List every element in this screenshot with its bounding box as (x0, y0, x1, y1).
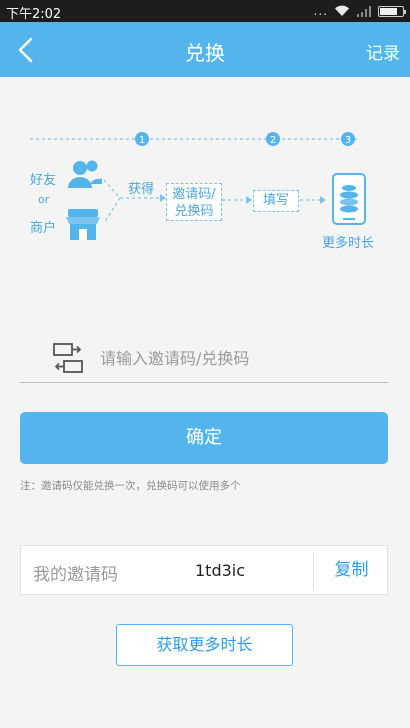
exchange-icon (53, 343, 83, 373)
fill-box: 填写 (253, 190, 299, 212)
step-number-2: 2 (270, 135, 276, 146)
record-button[interactable]: 记录 (366, 39, 400, 64)
my-invite-code-card: 我的邀请码 1td3ic 复制 (20, 545, 388, 595)
friend-label: 好友 (30, 173, 57, 188)
wifi-icon (335, 5, 349, 17)
merchant-label: 商户 (30, 221, 57, 236)
status-icons: ... (313, 4, 406, 18)
status-bar: 下午2:02 ... (0, 0, 410, 22)
status-time: 下午2:02 (6, 7, 62, 22)
or-label: or (38, 193, 50, 206)
battery-icon (378, 5, 406, 17)
redeem-flow-diagram: 1 2 3 好友 or 商户 获得 邀请码/ 兑换码 填写 更多时长 (0, 120, 410, 260)
code-box-line1: 邀请码/ (172, 187, 216, 202)
signal-icon (357, 6, 371, 17)
code-input[interactable] (100, 344, 380, 372)
step-number-1: 1 (139, 135, 145, 146)
invite-code-value: 1td3ic (195, 561, 246, 580)
notification-dots: ... (313, 4, 328, 18)
step-number-3: 3 (345, 135, 351, 146)
note-text: 注：邀请码仅能兑换一次，兑换码可以使用多个 (20, 480, 241, 492)
obtain-label: 获得 (128, 182, 155, 197)
copy-button[interactable]: 复制 (314, 546, 389, 594)
shop-icon (66, 209, 100, 240)
more-time-label: 更多时长 (322, 236, 375, 251)
code-input-row (20, 335, 388, 383)
get-more-time-button[interactable]: 获取更多时长 (116, 624, 293, 666)
confirm-button[interactable]: 确定 (20, 412, 388, 464)
code-box-line2: 兑换码 (174, 204, 214, 219)
invite-code-label: 我的邀请码 (33, 565, 118, 585)
phone-coins-icon (332, 173, 366, 225)
nav-bar: 兑换 记录 (0, 22, 410, 77)
page-title: 兑换 (185, 41, 225, 65)
friends-icon (68, 160, 102, 188)
code-box: 邀请码/ 兑换码 (166, 183, 222, 221)
